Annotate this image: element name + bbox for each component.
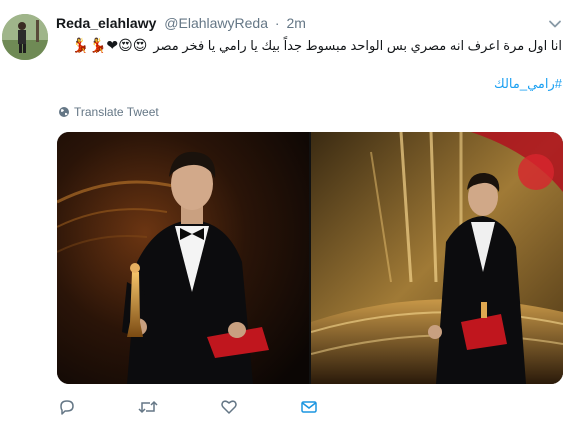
translate-tweet-link[interactable]: Translate Tweet — [58, 105, 159, 121]
separator-dot: · — [274, 15, 280, 31]
tweet-text-body: انا اول مرة اعرف انه مصري بس الواحد مبسو… — [153, 38, 562, 53]
retweet-icon[interactable] — [138, 398, 158, 416]
chevron-down-icon[interactable] — [548, 17, 562, 31]
globe-icon — [58, 106, 70, 121]
tweet-header: Reda_elahlawy @ElahlawyReda · 2m — [56, 15, 306, 35]
author-handle[interactable]: @ElahlawyReda — [164, 15, 268, 31]
media-photo-1[interactable] — [57, 132, 309, 384]
translate-label: Translate Tweet — [74, 105, 159, 119]
heart-icon[interactable] — [220, 398, 240, 416]
tweet-media — [57, 132, 563, 384]
tweet: Reda_elahlawy @ElahlawyReda · 2m انا اول… — [0, 0, 584, 417]
tweet-text: انا اول مرة اعرف انه مصري بس الواحد مبسو… — [42, 37, 562, 55]
envelope-icon[interactable] — [300, 398, 320, 416]
author-name[interactable]: Reda_elahlawy — [56, 15, 156, 31]
media-photo-2[interactable] — [311, 132, 563, 384]
timestamp[interactable]: 2m — [286, 15, 305, 31]
hashtag-link[interactable]: #رامي_مالك — [494, 76, 562, 92]
tweet-emojis: 😍😍❤💃💃 — [71, 38, 148, 54]
reply-icon[interactable] — [58, 398, 78, 416]
tweet-actions — [58, 398, 378, 416]
